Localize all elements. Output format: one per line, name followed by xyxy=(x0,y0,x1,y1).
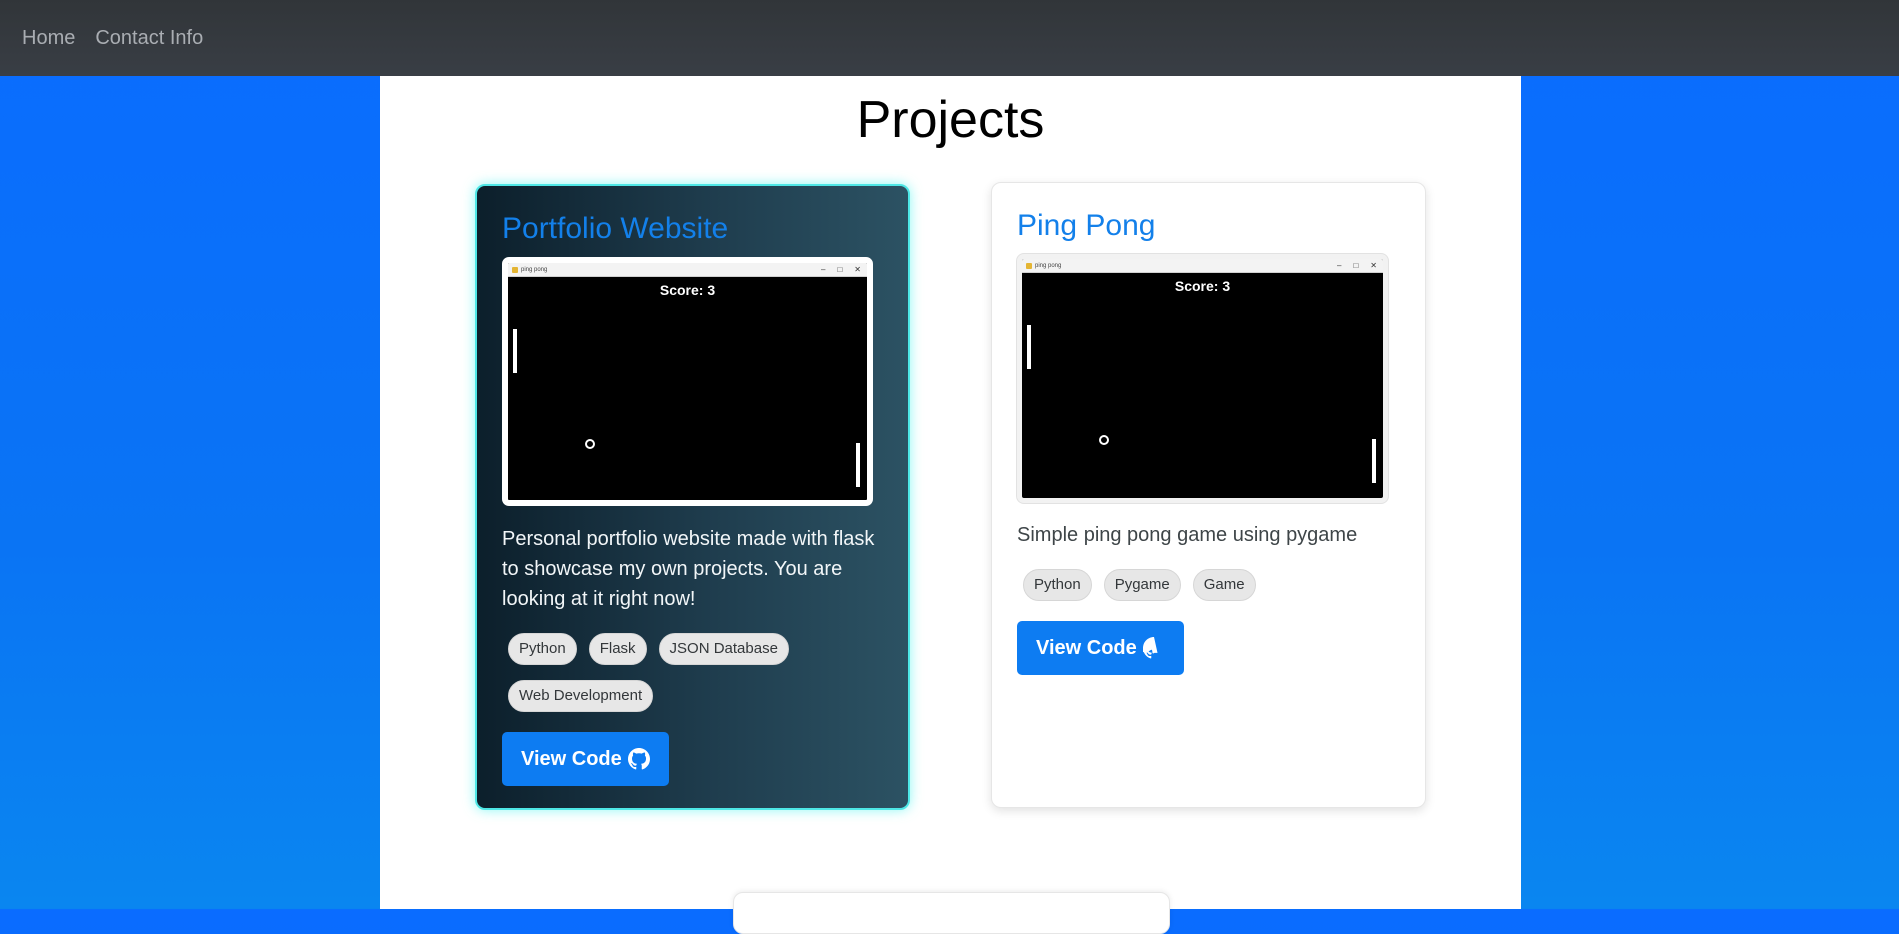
left-paddle xyxy=(1027,325,1031,369)
left-paddle xyxy=(513,329,517,373)
project-card-ping-pong[interactable]: Ping Pong ping pong – □ ✕ Score: 3 Simpl… xyxy=(991,182,1426,808)
maximize-icon: □ xyxy=(837,265,843,274)
game-score: Score: 3 xyxy=(1174,278,1231,294)
ball xyxy=(1099,435,1109,445)
close-icon: ✕ xyxy=(1370,261,1377,270)
tag: Pygame xyxy=(1103,569,1181,601)
tag: Web Development xyxy=(508,680,654,712)
view-code-label: View Code xyxy=(521,748,622,770)
tag-list: Python Pygame Game xyxy=(1023,569,1400,601)
next-project-card xyxy=(733,892,1170,934)
right-paddle xyxy=(1372,439,1376,483)
page-title: Projects xyxy=(856,91,1045,149)
github-icon xyxy=(627,748,650,770)
view-code-label: View Code xyxy=(1036,637,1137,659)
right-paddle xyxy=(856,443,860,487)
screenshot-window-title: ping pong xyxy=(1035,262,1062,269)
tag: Python xyxy=(508,633,577,665)
project-title[interactable]: Portfolio Website xyxy=(502,212,883,246)
minimize-icon: – xyxy=(1337,261,1342,270)
view-code-button[interactable]: View Code xyxy=(502,732,669,786)
project-description: Personal portfolio website made with fla… xyxy=(502,528,875,610)
app-icon xyxy=(1026,262,1032,269)
project-card-portfolio[interactable]: Portfolio Website ping pong – □ ✕ Score:… xyxy=(475,184,910,810)
project-title[interactable]: Ping Pong xyxy=(1017,209,1400,243)
window-controls: – □ ✕ xyxy=(1337,261,1383,270)
tag: JSON Database xyxy=(658,633,789,665)
nav-home-link[interactable]: Home xyxy=(22,27,75,50)
tag: Python xyxy=(1023,569,1092,601)
window-controls: – □ ✕ xyxy=(821,265,867,274)
view-code-button[interactable]: View Code xyxy=(1017,621,1184,675)
maximize-icon: □ xyxy=(1353,261,1359,270)
tag: Flask xyxy=(588,633,647,665)
tag: Game xyxy=(1192,569,1256,601)
minimize-icon: – xyxy=(821,265,826,274)
app-icon xyxy=(512,266,518,273)
nav-contact-link[interactable]: Contact Info xyxy=(95,27,203,50)
close-icon: ✕ xyxy=(854,265,861,274)
ball xyxy=(585,439,595,449)
project-screenshot: ping pong – □ ✕ Score: 3 xyxy=(1017,254,1388,503)
screenshot-titlebar: ping pong – □ ✕ xyxy=(1022,259,1383,273)
screenshot-window-title: ping pong xyxy=(521,266,548,273)
project-screenshot: ping pong – □ ✕ Score: 3 xyxy=(502,257,873,506)
game-score: Score: 3 xyxy=(659,282,716,298)
project-description: Simple ping pong game using pygame xyxy=(1017,524,1358,546)
tag-list: Python Flask JSON Database Web Developme… xyxy=(508,633,883,712)
top-navbar: Home Contact Info xyxy=(0,0,1899,76)
github-icon xyxy=(1142,637,1158,659)
projects-panel: Projects Portfolio Website ping pong – □… xyxy=(380,76,1521,934)
screenshot-titlebar: ping pong – □ ✕ xyxy=(508,263,867,277)
